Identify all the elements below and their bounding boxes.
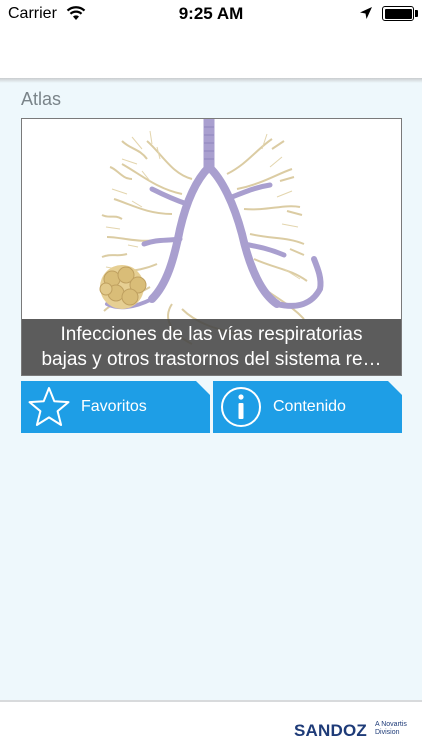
contents-label: Contenido [273, 398, 346, 415]
location-arrow-icon [360, 7, 372, 19]
footer: SANDOZ A Novartis Division [0, 702, 422, 750]
logo-subtitle-line-1: A Novartis [375, 721, 407, 728]
favorites-button[interactable]: Favoritos [21, 381, 210, 433]
favorites-label: Favoritos [81, 398, 147, 415]
logo-subtitle-line-2: Division [375, 729, 400, 736]
caption-line-1: Infecciones de las vías respiratorias [60, 324, 363, 345]
section-title: Atlas [21, 89, 62, 109]
star-outline-icon [28, 387, 70, 426]
atlas-card[interactable]: Infecciones de las vías respiratorias ba… [21, 118, 402, 376]
logo-subtitle: A Novartis Division [375, 721, 420, 737]
battery-cap [415, 10, 418, 17]
main-content: Atlas Infecciones de las vías respirator… [0, 83, 422, 700]
battery-full-icon [382, 6, 414, 21]
status-bar: Carrier 9:25 AM [0, 0, 422, 28]
contents-button[interactable]: Contenido [213, 381, 402, 433]
atlas-caption: Infecciones de las vías respiratorias ba… [22, 319, 401, 375]
navigation-bar [0, 28, 422, 78]
caption-line-2: bajas y otros trastornos del sistema re… [41, 349, 382, 370]
sandoz-logo: SANDOZ [294, 721, 367, 740]
button-corner-fold [196, 381, 210, 395]
button-corner-fold [388, 381, 402, 395]
info-circle-icon [221, 387, 261, 427]
